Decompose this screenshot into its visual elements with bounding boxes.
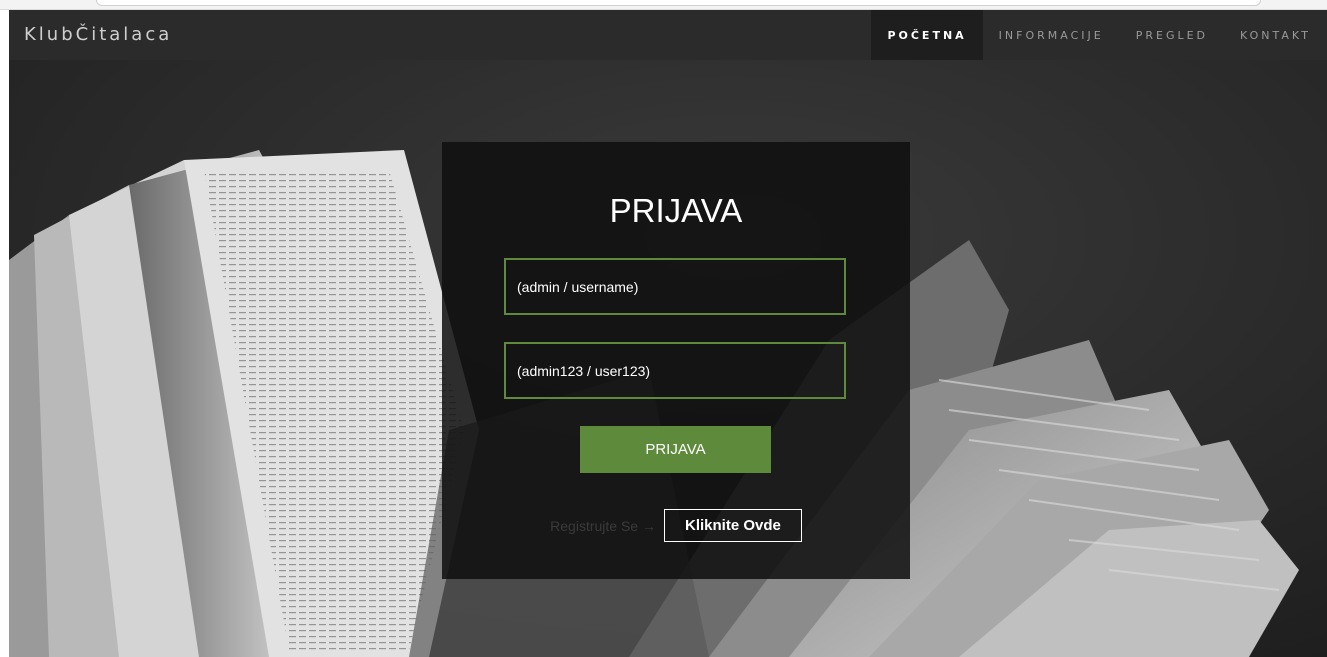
- nav-item-kontakt[interactable]: KONTAKT: [1224, 10, 1327, 60]
- browser-address-bar-edge: [96, 0, 1261, 6]
- login-title: PRIJAVA: [609, 192, 743, 229]
- nav-item-informacije[interactable]: INFORMACIJE: [983, 10, 1120, 60]
- page-viewport: KlubČitalaca POČETNA INFORMACIJE PREGLED…: [9, 10, 1327, 657]
- login-panel: PRIJAVA PRIJAVA Registrujte Se → Kliknit…: [442, 142, 910, 579]
- register-row: Registrujte Se → Kliknite Ovde: [442, 509, 910, 542]
- register-button[interactable]: Kliknite Ovde: [663, 509, 802, 542]
- username-input[interactable]: [504, 258, 846, 315]
- register-prompt: Registrujte Se →: [550, 517, 656, 534]
- login-submit-button[interactable]: PRIJAVA: [580, 426, 771, 473]
- nav-item-pregled[interactable]: PREGLED: [1120, 10, 1224, 60]
- nav-item-pocetna[interactable]: POČETNA: [871, 10, 983, 60]
- top-navbar: KlubČitalaca POČETNA INFORMACIJE PREGLED…: [9, 10, 1327, 60]
- main-nav: POČETNA INFORMACIJE PREGLED KONTAKT: [871, 10, 1327, 60]
- password-input[interactable]: [504, 342, 846, 399]
- brand-logo[interactable]: KlubČitalaca: [24, 24, 172, 45]
- browser-top-strip: [0, 0, 1327, 10]
